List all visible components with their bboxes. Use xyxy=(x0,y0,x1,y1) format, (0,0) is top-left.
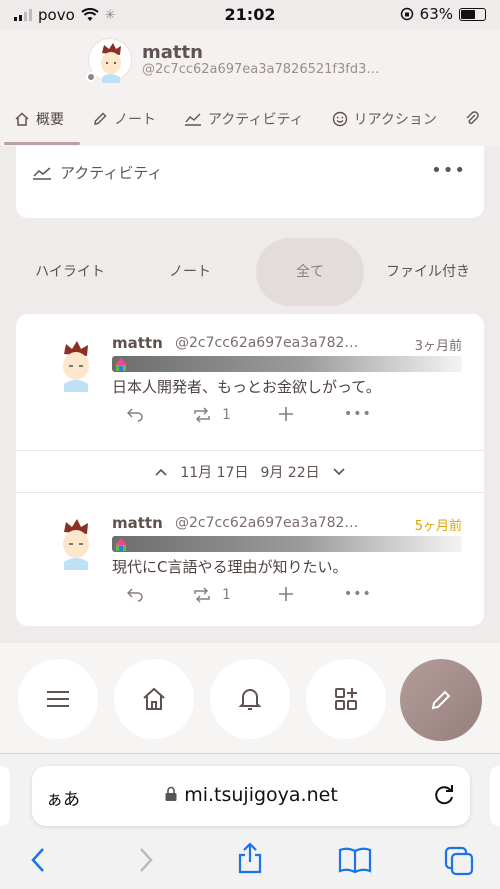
reload-icon[interactable] xyxy=(432,782,456,808)
tab-clip[interactable] xyxy=(451,104,493,134)
battery-percent: 63% xyxy=(419,5,453,23)
chart-icon xyxy=(185,113,201,126)
widgets-button[interactable] xyxy=(306,659,386,739)
date-separator: 11月 17日 9月 22日 xyxy=(16,452,484,492)
pencil-icon xyxy=(94,112,107,125)
chart-icon xyxy=(33,166,51,180)
note-avatar[interactable] xyxy=(48,336,104,392)
compose-button[interactable] xyxy=(400,659,482,741)
smile-icon xyxy=(332,111,347,127)
profile-id: @2c7cc62a697ea3a7826521f3fd3… xyxy=(142,62,380,77)
renote-button[interactable]: 1 xyxy=(192,406,231,424)
profile-header: mattn @2c7cc62a697ea3a7826521f3fd3… 概要 ノ… xyxy=(0,30,500,146)
forward-icon[interactable] xyxy=(138,846,154,874)
chevron-up-icon xyxy=(155,468,167,476)
instance-icon xyxy=(115,538,127,551)
filter-files[interactable]: ファイル付き xyxy=(378,238,478,306)
note-text: 日本人開発者、もっとお金欲しがって。 xyxy=(112,378,381,396)
reply-button[interactable] xyxy=(126,586,144,602)
battery-icon xyxy=(459,7,486,21)
note-author-acct: @2c7cc62a697ea3a782… xyxy=(175,335,359,351)
browser-toolbar: ぁあ mi.tsujigoya.net xyxy=(0,753,500,889)
renote-count: 1 xyxy=(222,407,231,423)
tab-reactions[interactable]: リアクション xyxy=(318,104,451,134)
note-author-name[interactable]: mattn xyxy=(112,334,163,352)
plus-icon xyxy=(279,587,293,601)
more-icon[interactable]: ••• xyxy=(344,586,372,602)
pencil-icon xyxy=(431,690,451,710)
menu-button[interactable] xyxy=(18,659,98,739)
plus-icon xyxy=(279,407,293,421)
reply-icon xyxy=(126,588,143,602)
back-icon[interactable] xyxy=(30,846,46,874)
home-button[interactable] xyxy=(114,659,194,739)
filter-highlight[interactable]: ハイライト xyxy=(16,238,124,306)
more-icon[interactable]: ••• xyxy=(344,406,372,422)
share-icon[interactable] xyxy=(236,842,264,874)
note-author-acct: @2c7cc62a697ea3a782… xyxy=(175,515,359,531)
bookmarks-icon[interactable] xyxy=(338,846,372,874)
tabs-icon[interactable] xyxy=(444,846,474,876)
date-next: 9月 22日 xyxy=(260,465,320,481)
reply-button[interactable] xyxy=(126,406,144,422)
react-button[interactable] xyxy=(278,586,294,602)
home-icon xyxy=(15,112,29,126)
renote-count: 1 xyxy=(222,587,231,603)
date-prev: 11月 17日 xyxy=(180,465,249,481)
more-icon[interactable]: ••• xyxy=(431,160,466,181)
chevron-down-icon xyxy=(333,468,345,476)
tab-reactions-label: リアクション xyxy=(353,112,437,128)
reply-icon xyxy=(126,408,143,422)
note-actions: 1 ••• xyxy=(112,406,472,430)
lock-icon xyxy=(165,786,177,801)
filter-notes[interactable]: ノート xyxy=(136,238,244,306)
tab-active-indicator xyxy=(4,142,80,145)
apps-plus-icon xyxy=(335,688,357,710)
online-status-dot xyxy=(86,72,96,82)
next-tab-preview[interactable] xyxy=(490,766,500,826)
prev-tab-preview[interactable] xyxy=(0,766,10,826)
divider xyxy=(16,492,484,493)
profile-tabs: 概要 ノート アクティビティ リアクション xyxy=(0,104,500,140)
bottom-nav xyxy=(0,643,500,753)
activity-title: アクティビティ xyxy=(60,164,163,182)
menu-icon xyxy=(47,691,69,707)
tab-notes[interactable]: ノート xyxy=(78,104,170,134)
orientation-lock-icon xyxy=(400,7,413,21)
tab-overview[interactable]: 概要 xyxy=(0,104,78,134)
tab-activity[interactable]: アクティビティ xyxy=(170,104,318,134)
url-label: mi.tsujigoya.net xyxy=(184,784,338,806)
renote-icon xyxy=(194,587,210,603)
react-button[interactable] xyxy=(278,406,294,422)
divider xyxy=(16,450,484,451)
note-item[interactable]: mattn @2c7cc62a697ea3a782… 3ヶ月前 日本人開発者、も… xyxy=(16,314,484,450)
bell-icon xyxy=(238,689,262,710)
status-bar: povo ✳ 21:02 63% xyxy=(0,0,500,30)
tab-overview-label: 概要 xyxy=(36,112,64,128)
instance-badge xyxy=(112,536,462,552)
activity-card: アクティビティ ••• xyxy=(16,146,484,218)
note-actions: 1 ••• xyxy=(112,586,472,610)
paperclip-icon xyxy=(466,111,479,124)
note-author-name[interactable]: mattn xyxy=(112,514,163,532)
renote-button[interactable]: 1 xyxy=(192,586,231,604)
instance-icon xyxy=(115,358,127,371)
note-item[interactable]: mattn @2c7cc62a697ea3a782… 5ヶ月前 現代にC言語やる… xyxy=(16,494,484,630)
notifications-button[interactable] xyxy=(210,659,290,739)
note-avatar[interactable] xyxy=(48,514,104,570)
tab-notes-label: ノート xyxy=(114,112,156,128)
home-icon xyxy=(143,687,165,710)
tab-activity-label: アクティビティ xyxy=(208,112,304,128)
filter-tabs: ハイライト ノート 全て ファイル付き xyxy=(16,238,484,306)
timeline: mattn @2c7cc62a697ea3a782… 3ヶ月前 日本人開発者、も… xyxy=(16,314,484,626)
filter-all[interactable]: 全て xyxy=(256,238,364,306)
note-time[interactable]: 3ヶ月前 xyxy=(415,335,462,354)
address-bar[interactable]: ぁあ mi.tsujigoya.net xyxy=(32,766,470,826)
profile-name: mattn xyxy=(142,42,203,63)
note-time[interactable]: 5ヶ月前 xyxy=(415,515,462,534)
instance-badge xyxy=(112,356,462,372)
renote-icon xyxy=(194,407,210,423)
url-text[interactable]: mi.tsujigoya.net xyxy=(32,784,470,806)
note-text: 現代にC言語やる理由が知りたい。 xyxy=(112,558,348,576)
